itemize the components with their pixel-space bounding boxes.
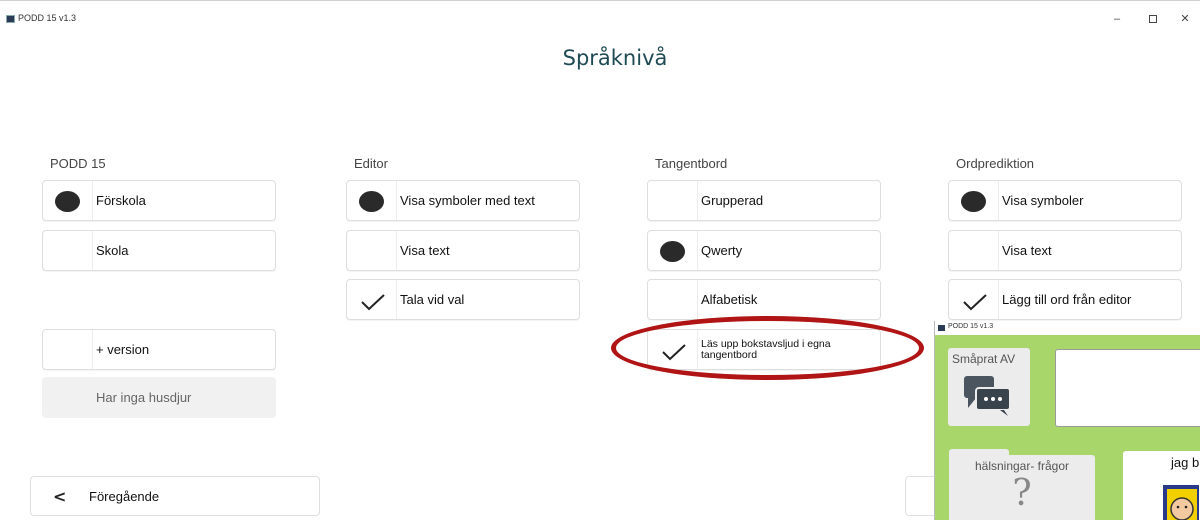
- option-marker: [347, 280, 397, 319]
- option-marker: [949, 280, 999, 319]
- option-marker: [347, 181, 397, 220]
- option-forskola[interactable]: Förskola: [42, 180, 276, 221]
- option-marker: [648, 231, 698, 270]
- maximize-button[interactable]: [1138, 10, 1168, 28]
- window-titlebar: PODD 15 v1.3 – ✕: [0, 0, 1200, 30]
- option-visa-symboler[interactable]: Visa symboler: [948, 180, 1182, 221]
- option-alfabetisk[interactable]: Alfabetisk: [647, 279, 881, 320]
- option-visa-symboler-med-text[interactable]: Visa symboler med text: [346, 180, 580, 221]
- option-label: Har inga husdjur: [96, 390, 192, 405]
- option-label: Visa text: [1002, 243, 1052, 258]
- option-label: + version: [96, 342, 150, 357]
- option-marker: [43, 181, 93, 220]
- minimize-button[interactable]: –: [1102, 10, 1132, 28]
- overlay-window-title: PODD 15 v1.3: [948, 323, 994, 330]
- option-marker: [43, 378, 93, 417]
- tile-smaprat[interactable]: Småprat AV: [948, 348, 1030, 426]
- checkmark-icon: [963, 294, 987, 311]
- option-label: Visa symboler med text: [400, 193, 535, 208]
- option-label: Lägg till ord från editor: [1002, 292, 1132, 307]
- app-icon: [938, 325, 945, 331]
- option-marker: [347, 231, 397, 270]
- tile-halsningar-fragor[interactable]: hälsningar- frågor ?: [949, 449, 1095, 520]
- option-editor-visa-text[interactable]: Visa text: [346, 230, 580, 271]
- option-label: Visa text: [400, 243, 450, 258]
- option-har-inga-husdjur: Har inga husdjur: [42, 377, 276, 418]
- option-tala-vid-val[interactable]: Tala vid val: [346, 279, 580, 320]
- option-label: Alfabetisk: [701, 292, 758, 307]
- tile-label: hälsningar- frågor: [974, 459, 1070, 473]
- previous-button-label: Föregående: [89, 489, 160, 504]
- option-label: Grupperad: [701, 193, 764, 208]
- previous-button[interactable]: < Föregående: [30, 476, 320, 516]
- option-lagg-till-ord[interactable]: Lägg till ord från editor: [948, 279, 1182, 320]
- selected-dot-icon: [961, 191, 986, 212]
- chat-bubbles-icon: [964, 376, 1011, 416]
- option-label: Qwerty: [701, 243, 743, 258]
- selected-dot-icon: [55, 191, 80, 212]
- chevron-left-icon: <: [53, 487, 67, 506]
- option-label: Skola: [96, 243, 129, 258]
- page-title: Språknivå: [562, 46, 668, 70]
- person-face-icon: [1163, 485, 1199, 520]
- column-heading-podd: PODD 15: [50, 156, 106, 171]
- option-marker: [949, 181, 999, 220]
- tile-label: Småprat AV: [952, 352, 1016, 366]
- close-button[interactable]: ✕: [1170, 10, 1200, 28]
- column-heading-ordprediktion: Ordprediktion: [956, 156, 1035, 171]
- folder-tab: [949, 449, 1009, 457]
- option-label: Förskola: [96, 193, 146, 208]
- question-mark-icon: ?: [1012, 473, 1032, 514]
- option-marker: [43, 330, 93, 369]
- option-plus-version[interactable]: + version: [42, 329, 276, 370]
- window-title: PODD 15 v1.3: [18, 13, 77, 23]
- app-icon: [6, 15, 15, 23]
- podd-board-window: PODD 15 v1.3 Småprat AV hälsningar- fråg…: [934, 321, 1200, 520]
- checkmark-icon: [361, 294, 385, 311]
- option-ordprediktion-visa-text[interactable]: Visa text: [948, 230, 1182, 271]
- tile-label: jag b: [1171, 455, 1200, 470]
- message-window[interactable]: [1055, 349, 1200, 427]
- tile-jag[interactable]: jag b: [1123, 451, 1200, 520]
- highlight-annotation: [611, 316, 924, 380]
- option-marker: [648, 181, 698, 220]
- overlay-titlebar: PODD 15 v1.3: [935, 321, 1200, 335]
- option-label: Tala vid val: [400, 292, 465, 307]
- column-heading-tangentbord: Tangentbord: [655, 156, 728, 171]
- option-skola[interactable]: Skola: [42, 230, 276, 271]
- maximize-icon: [1149, 15, 1157, 23]
- option-marker: [648, 280, 698, 319]
- option-marker: [43, 231, 93, 270]
- option-qwerty[interactable]: Qwerty: [647, 230, 881, 271]
- option-marker: [949, 231, 999, 270]
- option-label: Visa symboler: [1002, 193, 1084, 208]
- option-grupperad[interactable]: Grupperad: [647, 180, 881, 221]
- column-heading-editor: Editor: [354, 156, 388, 171]
- selected-dot-icon: [359, 191, 384, 212]
- selected-dot-icon: [660, 241, 685, 262]
